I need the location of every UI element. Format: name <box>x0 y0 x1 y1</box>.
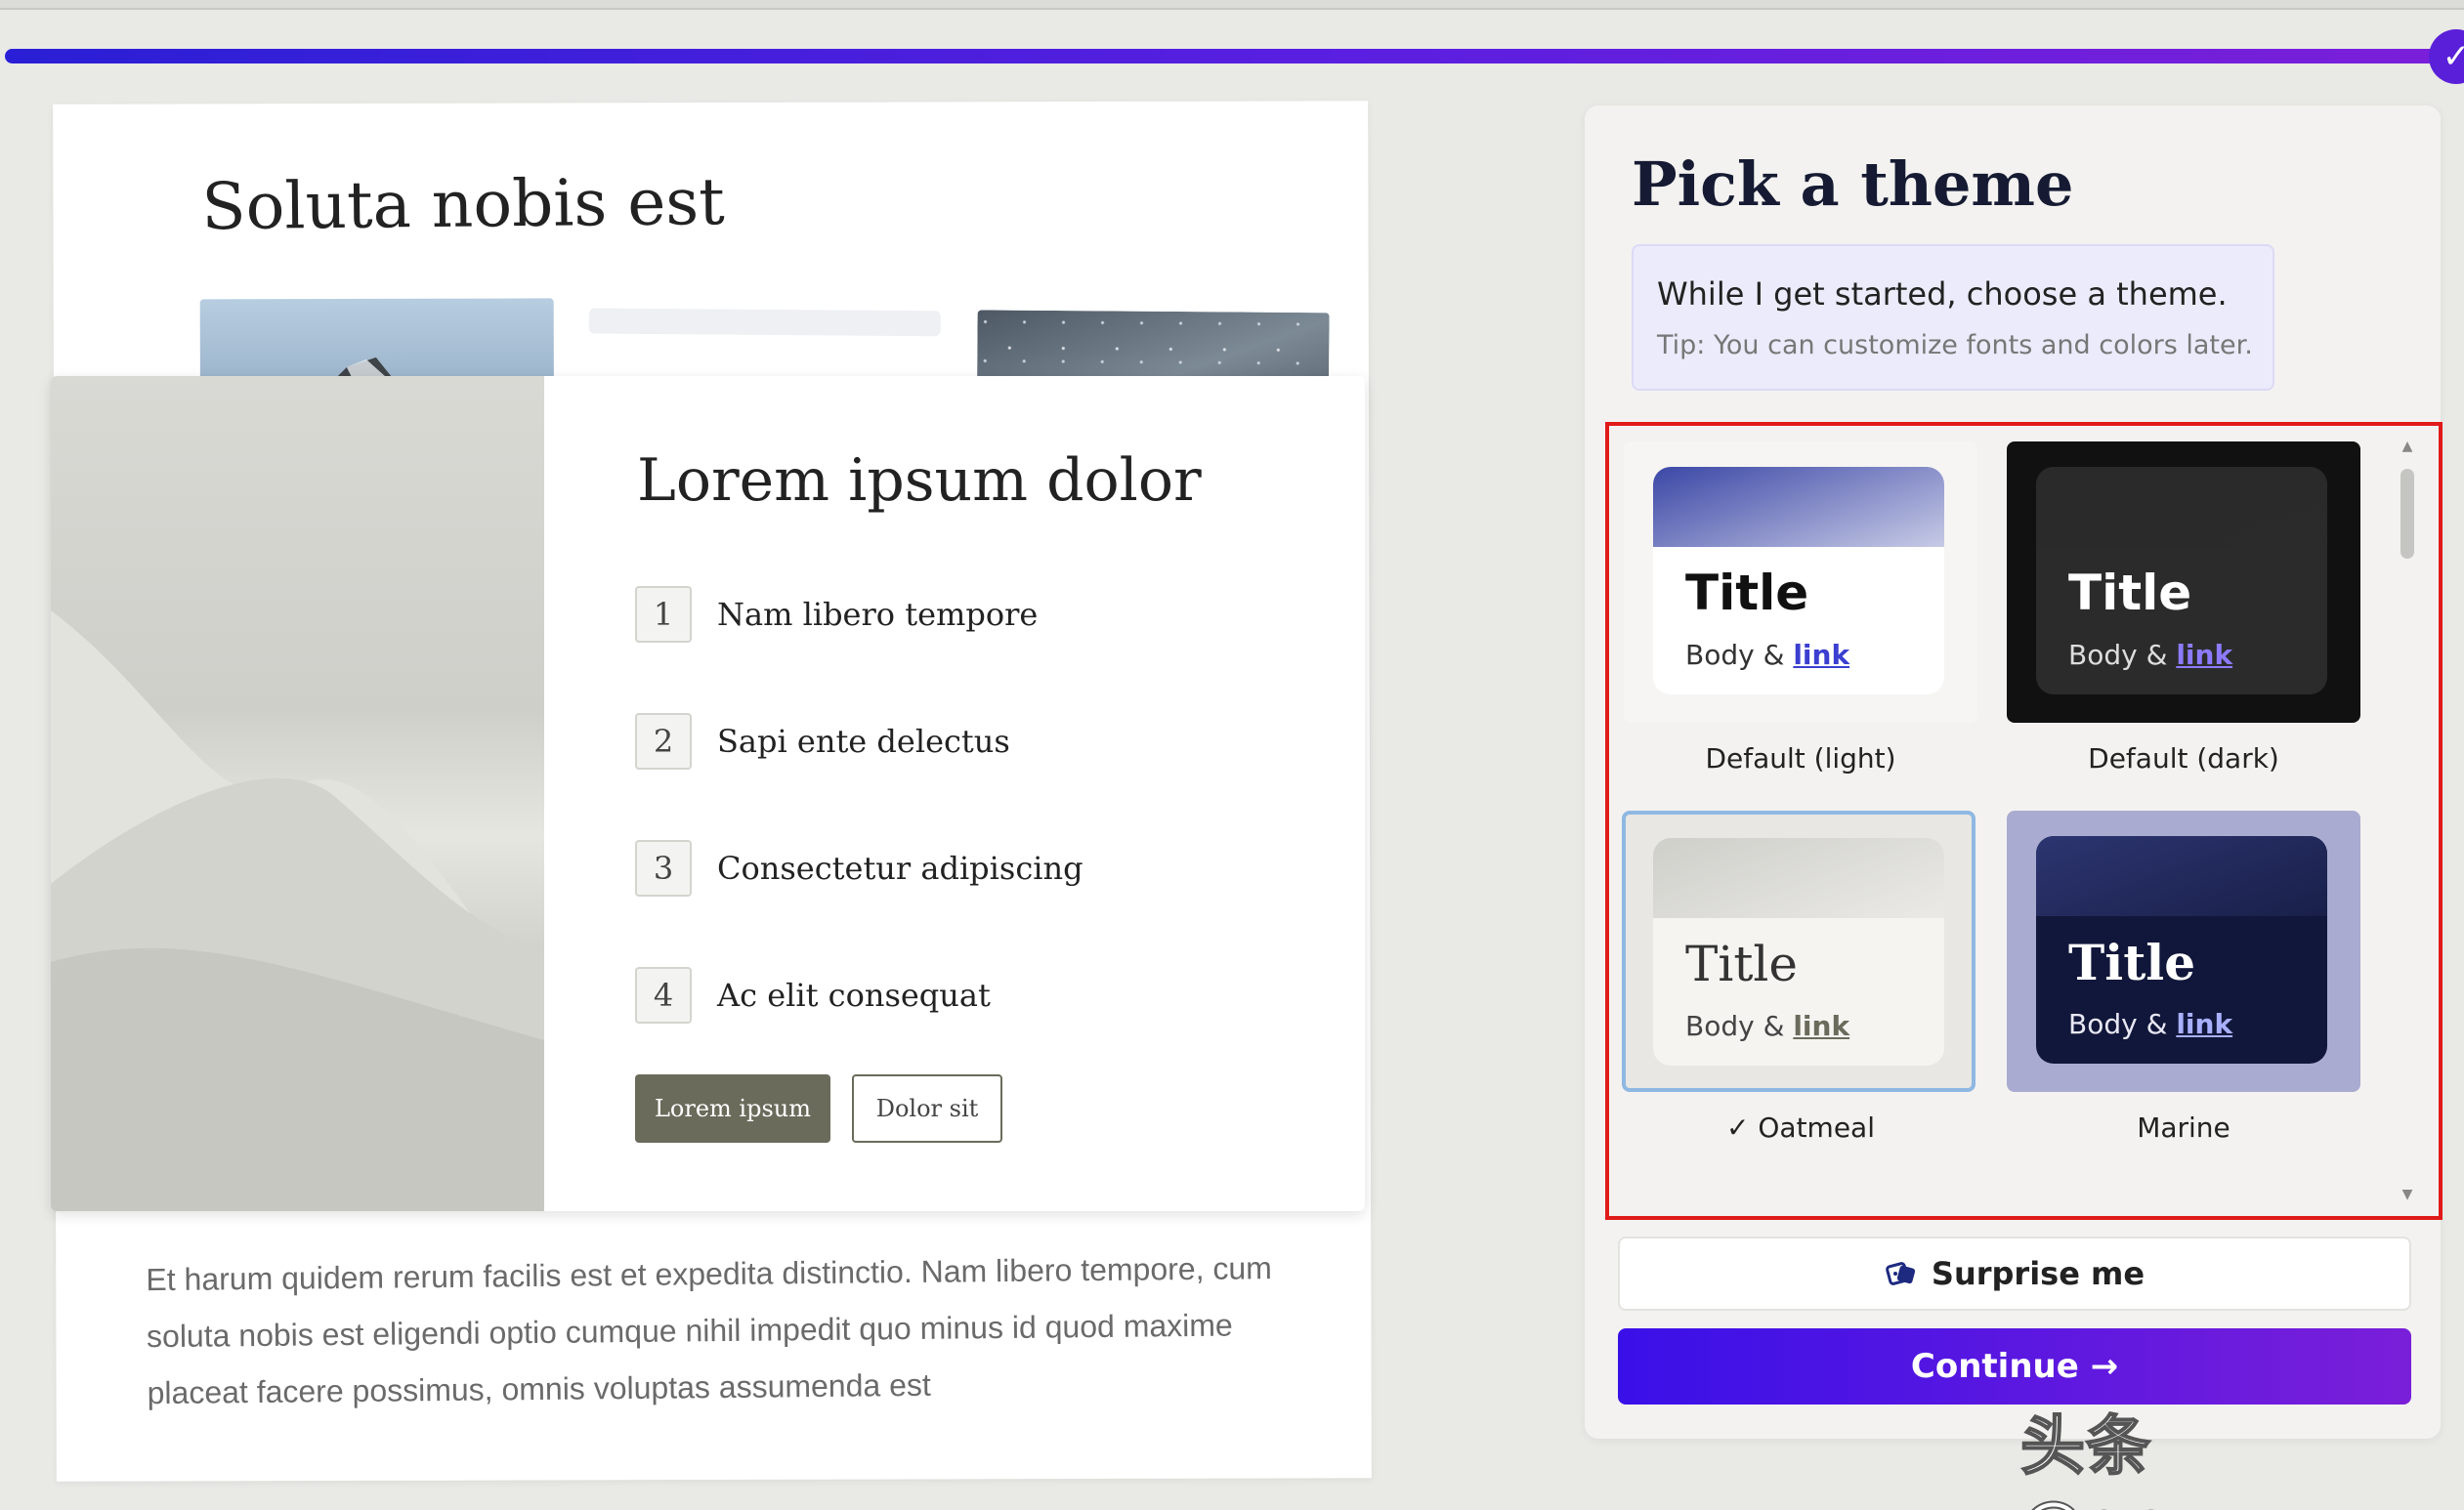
step-text: Nam libero tempore <box>717 596 1039 633</box>
step-number: 2 <box>635 713 692 770</box>
list-item: 3 Consectetur adipiscing <box>635 840 1083 897</box>
annotation-highlight-box <box>1605 422 2443 1220</box>
loading-placeholder <box>588 308 941 337</box>
progress-bar <box>5 49 2447 63</box>
list-item: 2 Sapi ente delectus <box>635 713 1010 770</box>
step-number: 4 <box>635 967 692 1024</box>
step-text: Sapi ente delectus <box>717 723 1010 760</box>
step-text: Ac elit consequat <box>717 977 991 1014</box>
dice-icon <box>1886 1262 1916 1285</box>
step-number: 3 <box>635 840 692 897</box>
slide-paragraph: Et harum quidem rerum facilis est et exp… <box>146 1250 1273 1411</box>
list-item: 1 Nam libero tempore <box>635 586 1038 643</box>
abstract-wave-image <box>51 376 544 1211</box>
front-slide: Lorem ipsum dolor 1 Nam libero tempore 2… <box>51 376 1365 1211</box>
surprise-me-button[interactable]: Surprise me <box>1618 1237 2411 1311</box>
surprise-me-label: Surprise me <box>1931 1255 2145 1292</box>
list-item: 4 Ac elit consequat <box>635 967 991 1024</box>
info-message: While I get started, choose a theme. <box>1657 275 2228 313</box>
panel-title: Pick a theme <box>1632 148 2074 220</box>
watermark: 头条 @qqeva <box>2019 1407 2313 1510</box>
slide-title: Lorem ipsum dolor <box>637 446 1202 515</box>
slide-primary-button: Lorem ipsum <box>635 1074 830 1143</box>
info-tip: Tip: You can customize fonts and colors … <box>1657 330 2253 360</box>
slide-secondary-button: Dolor sit <box>852 1074 1002 1143</box>
step-number: 1 <box>635 586 692 643</box>
info-box: While I get started, choose a theme. Tip… <box>1632 244 2274 391</box>
progress-complete-check-icon: ✓ <box>2429 29 2464 84</box>
window-top-edge <box>0 0 2464 10</box>
step-text: Consectetur adipiscing <box>717 850 1083 887</box>
back-slide-title: Soluta nobis est <box>201 164 726 245</box>
